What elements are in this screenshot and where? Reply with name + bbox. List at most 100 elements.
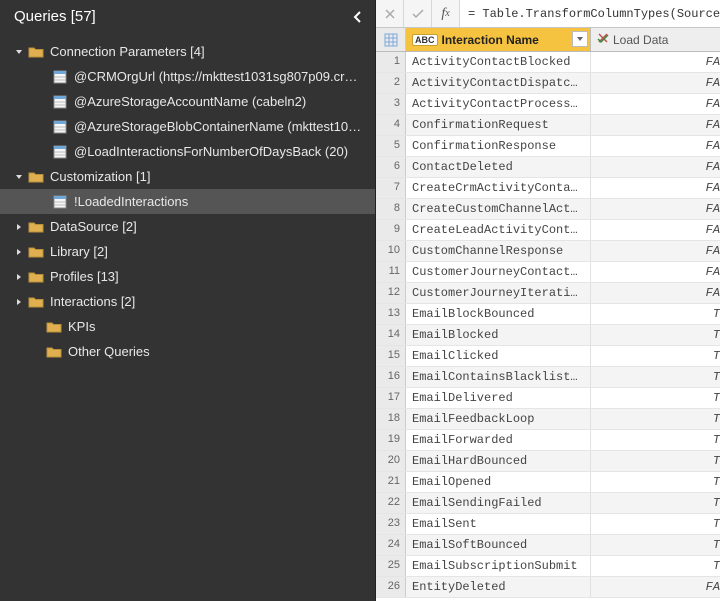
cell-load-data[interactable]: FALSE	[591, 199, 720, 219]
row-number-cell[interactable]: 3	[376, 94, 406, 114]
column-header-load-data[interactable]: Load Data	[591, 28, 720, 51]
table-row[interactable]: 15EmailClickedTRUE	[376, 346, 720, 367]
cell-load-data[interactable]: FALSE	[591, 136, 720, 156]
column-header-interaction-name[interactable]: ABC Interaction Name	[406, 28, 591, 51]
expander-icon[interactable]	[30, 320, 44, 334]
cell-interaction-name[interactable]: CustomerJourneyContact…	[406, 262, 591, 282]
tree-query-item[interactable]: @AzureStorageBlobContainerName (mkttest1…	[0, 114, 375, 139]
expander-icon[interactable]	[36, 195, 50, 209]
tree-folder[interactable]: Interactions [2]	[0, 289, 375, 314]
cell-load-data[interactable]: TRUE	[591, 451, 720, 471]
table-row[interactable]: 6ContactDeletedFALSE	[376, 157, 720, 178]
row-number-cell[interactable]: 23	[376, 514, 406, 534]
cell-interaction-name[interactable]: ActivityContactDispatc…	[406, 73, 591, 93]
row-number-cell[interactable]: 11	[376, 262, 406, 282]
cell-load-data[interactable]: TRUE	[591, 556, 720, 576]
expander-icon[interactable]	[12, 45, 26, 59]
cell-load-data[interactable]: FALSE	[591, 52, 720, 72]
fx-icon[interactable]: fx	[432, 0, 460, 27]
cell-load-data[interactable]: FALSE	[591, 94, 720, 114]
cell-interaction-name[interactable]: ActivityContactBlocked	[406, 52, 591, 72]
row-number-cell[interactable]: 24	[376, 535, 406, 555]
table-row[interactable]: 17EmailDeliveredTRUE	[376, 388, 720, 409]
cell-interaction-name[interactable]: EmailSendingFailed	[406, 493, 591, 513]
cell-load-data[interactable]: FALSE	[591, 241, 720, 261]
cell-load-data[interactable]: TRUE	[591, 409, 720, 429]
cell-interaction-name[interactable]: EmailSent	[406, 514, 591, 534]
tree-query-item[interactable]: @AzureStorageAccountName (cabeln2)	[0, 89, 375, 114]
expander-icon[interactable]	[12, 170, 26, 184]
table-row[interactable]: 20EmailHardBouncedTRUE	[376, 451, 720, 472]
row-number-cell[interactable]: 17	[376, 388, 406, 408]
cell-interaction-name[interactable]: CustomChannelResponse	[406, 241, 591, 261]
cell-interaction-name[interactable]: EmailBlocked	[406, 325, 591, 345]
row-number-cell[interactable]: 1	[376, 52, 406, 72]
cell-load-data[interactable]: TRUE	[591, 388, 720, 408]
tree-folder[interactable]: Profiles [13]	[0, 264, 375, 289]
cell-interaction-name[interactable]: ContactDeleted	[406, 157, 591, 177]
table-row[interactable]: 10CustomChannelResponseFALSE	[376, 241, 720, 262]
table-row[interactable]: 16EmailContainsBlacklist…TRUE	[376, 367, 720, 388]
table-row[interactable]: 12CustomerJourneyIterati…FALSE	[376, 283, 720, 304]
cancel-formula-button[interactable]	[376, 0, 404, 27]
tree-folder[interactable]: KPIs	[0, 314, 375, 339]
table-row[interactable]: 18EmailFeedbackLoopTRUE	[376, 409, 720, 430]
column-filter-button[interactable]	[572, 31, 588, 47]
table-row[interactable]: 1ActivityContactBlockedFALSE	[376, 52, 720, 73]
row-number-cell[interactable]: 5	[376, 136, 406, 156]
tree-folder[interactable]: DataSource [2]	[0, 214, 375, 239]
table-row[interactable]: 22EmailSendingFailedTRUE	[376, 493, 720, 514]
row-number-cell[interactable]: 14	[376, 325, 406, 345]
cell-load-data[interactable]: TRUE	[591, 325, 720, 345]
row-number-cell[interactable]: 7	[376, 178, 406, 198]
cell-interaction-name[interactable]: EmailFeedbackLoop	[406, 409, 591, 429]
expander-icon[interactable]	[12, 220, 26, 234]
row-number-cell[interactable]: 25	[376, 556, 406, 576]
row-number-cell[interactable]: 20	[376, 451, 406, 471]
cell-load-data[interactable]: TRUE	[591, 514, 720, 534]
cell-interaction-name[interactable]: EmailContainsBlacklist…	[406, 367, 591, 387]
row-number-cell[interactable]: 9	[376, 220, 406, 240]
table-row[interactable]: 2ActivityContactDispatc…FALSE	[376, 73, 720, 94]
table-row[interactable]: 13EmailBlockBouncedTRUE	[376, 304, 720, 325]
table-row[interactable]: 11CustomerJourneyContact…FALSE	[376, 262, 720, 283]
row-number-cell[interactable]: 10	[376, 241, 406, 261]
tree-folder[interactable]: Connection Parameters [4]	[0, 39, 375, 64]
row-number-cell[interactable]: 26	[376, 577, 406, 597]
cell-interaction-name[interactable]: EntityDeleted	[406, 577, 591, 597]
tree-folder[interactable]: Customization [1]	[0, 164, 375, 189]
cell-load-data[interactable]: TRUE	[591, 535, 720, 555]
cell-load-data[interactable]: FALSE	[591, 157, 720, 177]
table-row[interactable]: 3ActivityContactProcess…FALSE	[376, 94, 720, 115]
table-row[interactable]: 23EmailSentTRUE	[376, 514, 720, 535]
table-row[interactable]: 8CreateCustomChannelAct…FALSE	[376, 199, 720, 220]
cell-interaction-name[interactable]: ConfirmationRequest	[406, 115, 591, 135]
cell-load-data[interactable]: FALSE	[591, 262, 720, 282]
row-number-cell[interactable]: 2	[376, 73, 406, 93]
table-row[interactable]: 9CreateLeadActivityCont…FALSE	[376, 220, 720, 241]
tree-query-item[interactable]: @CRMOrgUrl (https://mkttest1031sg807p09.…	[0, 64, 375, 89]
row-number-cell[interactable]: 19	[376, 430, 406, 450]
cell-load-data[interactable]: FALSE	[591, 178, 720, 198]
tree-folder[interactable]: Library [2]	[0, 239, 375, 264]
expander-icon[interactable]	[30, 345, 44, 359]
row-number-cell[interactable]: 8	[376, 199, 406, 219]
table-row[interactable]: 7CreateCrmActivityConta…FALSE	[376, 178, 720, 199]
row-number-cell[interactable]: 22	[376, 493, 406, 513]
tree-query-item[interactable]: !LoadedInteractions	[0, 189, 375, 214]
row-number-cell[interactable]: 16	[376, 367, 406, 387]
row-number-cell[interactable]: 13	[376, 304, 406, 324]
cell-load-data[interactable]: FALSE	[591, 283, 720, 303]
tree-query-item[interactable]: @LoadInteractionsForNumberOfDaysBack (20…	[0, 139, 375, 164]
cell-load-data[interactable]: FALSE	[591, 115, 720, 135]
table-row[interactable]: 14EmailBlockedTRUE	[376, 325, 720, 346]
row-number-header[interactable]	[376, 28, 406, 51]
cell-interaction-name[interactable]: EmailHardBounced	[406, 451, 591, 471]
row-number-cell[interactable]: 4	[376, 115, 406, 135]
table-row[interactable]: 19EmailForwardedTRUE	[376, 430, 720, 451]
cell-interaction-name[interactable]: CreateLeadActivityCont…	[406, 220, 591, 240]
cell-interaction-name[interactable]: EmailSoftBounced	[406, 535, 591, 555]
table-row[interactable]: 21EmailOpenedTRUE	[376, 472, 720, 493]
table-row[interactable]: 26EntityDeletedFALSE	[376, 577, 720, 598]
cell-load-data[interactable]: TRUE	[591, 367, 720, 387]
